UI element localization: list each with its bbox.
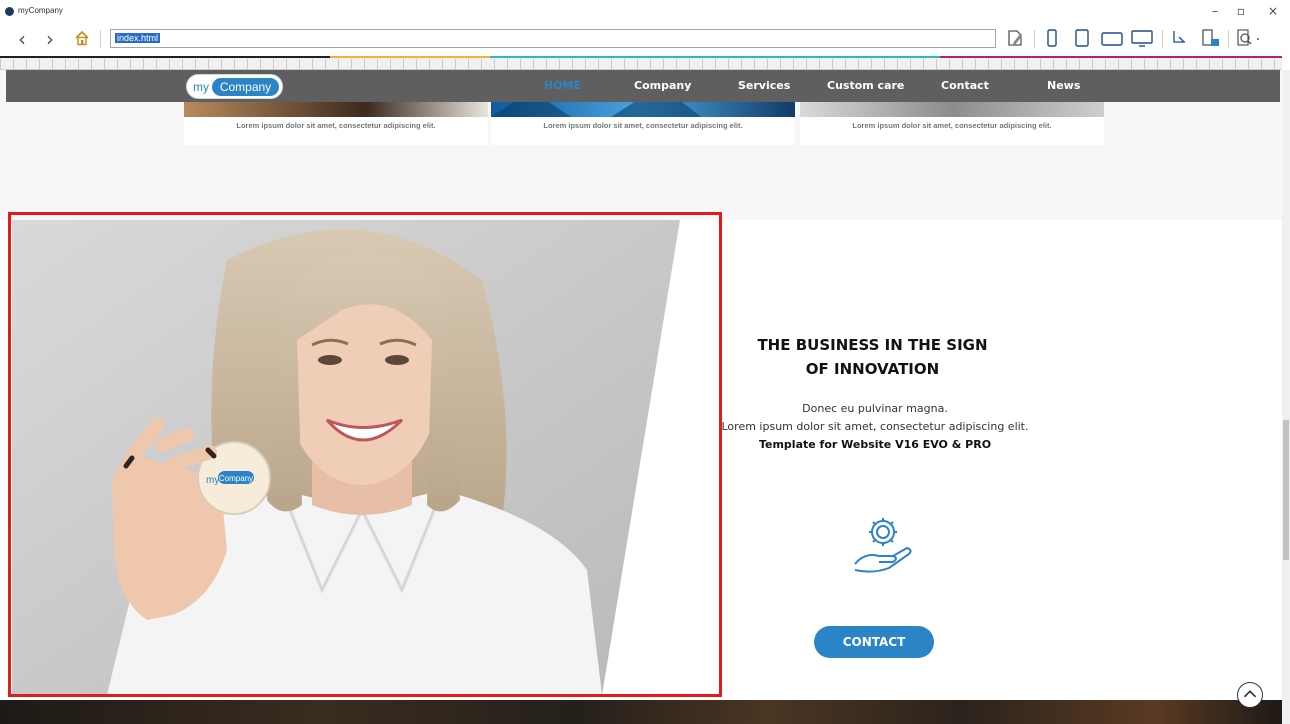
close-button[interactable]: × [1264,3,1282,19]
window-titlebar: myCompany – ▫ × [0,0,1290,22]
ruler-segment [330,56,490,58]
forward-button[interactable]: › [42,29,58,49]
contact-button[interactable]: CONTACT [814,626,934,658]
brand-my: my [193,80,209,94]
site-navbar: my Company HOME Company Services Custom … [6,70,1280,102]
scrollbar-thumb[interactable] [1283,420,1289,560]
app-logo-icon [5,7,14,16]
hero-photo: my Company [12,220,680,695]
toolbar-divider [1034,30,1035,48]
hero-title-line2: OF INNOVATION [805,360,940,378]
nav-item-contact[interactable]: Contact [941,79,989,92]
minimize-button[interactable]: – [1206,3,1224,19]
desktop-view-icon[interactable] [1130,28,1154,48]
nav-item-services[interactable]: Services [738,79,790,92]
gear-hand-icon [854,518,912,573]
maximize-button[interactable]: ▫ [1232,3,1250,19]
url-text: index.html [115,33,161,43]
footer-image-strip [0,700,1282,724]
nav-item-company[interactable]: Company [634,79,691,92]
toolbar-divider [100,30,101,48]
ruler [0,56,1282,70]
ruler-segment [940,56,1282,58]
ruler-segment [490,56,940,58]
ruler-ticks [0,59,1282,69]
tablet-view-icon[interactable] [1073,28,1091,48]
back-button[interactable]: ‹ [14,29,30,49]
page-viewport: Lorem ipsum dolor sit amet, consectetur … [0,70,1282,724]
badge-my: my [206,475,219,486]
toolbar-divider [1228,30,1229,48]
hero-title-line1: THE BUSINESS IN THE SIGN [757,336,988,354]
home-icon[interactable] [74,30,90,46]
edit-page-icon[interactable] [1005,28,1025,48]
page-settings-icon[interactable] [1200,28,1222,48]
brand-company: Company [212,78,279,96]
badge-company: Company [219,474,253,483]
phone-view-icon[interactable] [1045,28,1059,48]
hero-line1: Donec eu pulvinar magna. [802,402,948,415]
nav-item-news[interactable]: News [1047,79,1080,92]
hero-title: THE BUSINESS IN THE SIGN OF INNOVATION [700,333,1045,381]
url-field[interactable]: index.html [110,29,996,48]
nav-item-custom-care[interactable]: Custom care [827,79,904,92]
brand-logo[interactable]: my Company [186,74,283,99]
resize-icon[interactable] [1170,28,1190,48]
zoom-dropdown-icon[interactable] [1236,28,1262,48]
nav-item-home[interactable]: HOME [544,79,581,92]
toolbar-divider [1162,30,1163,48]
vertical-scrollbar[interactable] [1282,70,1290,724]
card-text: Lorem ipsum dolor sit amet, consectetur … [543,121,743,130]
hero-section: my Company THE BUSINESS IN THE SIGN OF I… [0,220,1282,700]
window-title: myCompany [18,6,63,15]
hero-line2: Lorem ipsum dolor sit amet, consectetur … [721,420,1029,433]
hero-line3: Template for Website V16 EVO & PRO [758,438,992,451]
ruler-segment [0,56,330,58]
tablet-landscape-icon[interactable] [1100,28,1124,48]
hero-text: Donec eu pulvinar magna. Lorem ipsum dol… [695,400,1055,454]
card-text: Lorem ipsum dolor sit amet, consectetur … [852,121,1052,130]
chevron-up-icon[interactable] [1237,682,1263,708]
card-text: Lorem ipsum dolor sit amet, consectetur … [236,121,436,130]
